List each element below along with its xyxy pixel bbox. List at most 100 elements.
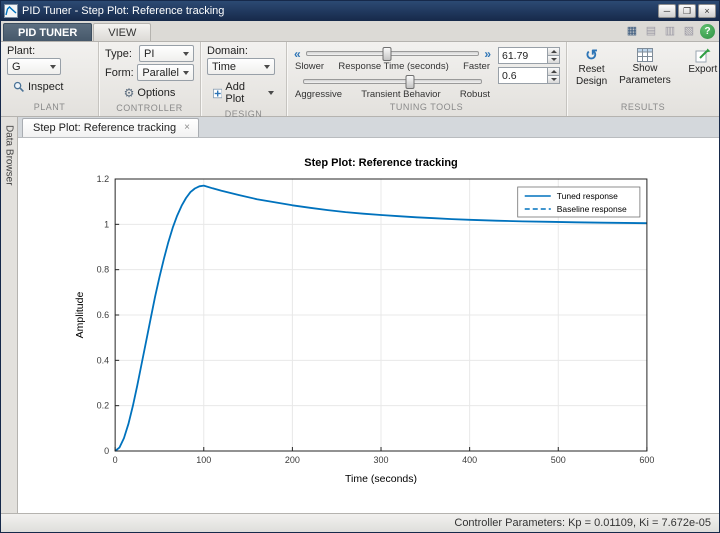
document-tab[interactable]: Step Plot: Reference tracking × — [22, 118, 199, 137]
svg-text:Tuned response: Tuned response — [557, 191, 618, 201]
transient-behavior-slider[interactable] — [303, 74, 482, 89]
plant-dropdown[interactable]: G — [7, 58, 61, 75]
response-time-step-right-button[interactable]: » — [483, 48, 492, 60]
spinner-down-button[interactable] — [547, 56, 560, 64]
tab-pid-tuner[interactable]: PID TUNER — [3, 23, 93, 41]
reset-icon: ↺ — [585, 47, 598, 64]
options-label: Options — [137, 87, 176, 99]
response-time-slider[interactable] — [305, 47, 480, 61]
layout-icon[interactable]: ▥ — [662, 24, 678, 39]
svg-text:200: 200 — [285, 455, 300, 465]
svg-text:0: 0 — [113, 455, 118, 465]
app-icon — [4, 4, 18, 18]
close-button[interactable]: × — [698, 4, 716, 18]
section-label-results: RESULTS — [620, 102, 666, 112]
ribbon-group-design: Domain: Time Add Plot DESIGN — [201, 42, 287, 119]
close-icon[interactable]: × — [184, 123, 190, 133]
spinner-up-button[interactable] — [547, 67, 560, 76]
plant-dropdown-value: G — [12, 60, 21, 73]
tab-view[interactable]: VIEW — [93, 23, 152, 41]
show-parameters-button[interactable]: Show Parameters — [614, 45, 676, 101]
chevron-down-icon — [550, 58, 557, 61]
window-title: PID Tuner - Step Plot: Reference trackin… — [22, 5, 225, 17]
tuning-value-inputs: 61.79 0.6 — [498, 46, 560, 101]
tuning-sliders: « » Slower Response Time (seconds) Faste… — [293, 46, 492, 101]
figure-tools-icon[interactable]: ▦ — [624, 24, 640, 39]
document-tab-label: Step Plot: Reference tracking — [33, 122, 177, 134]
transient-behavior-slider-handle[interactable] — [405, 74, 415, 89]
aggressive-label: Aggressive — [295, 88, 342, 100]
main-area: Data Browser Step Plot: Reference tracki… — [1, 117, 719, 513]
title-bar: PID Tuner - Step Plot: Reference trackin… — [1, 1, 719, 21]
form-dropdown-value: Parallel — [142, 66, 179, 79]
show-parameters-label: Show Parameters — [619, 63, 671, 86]
add-plot-button[interactable]: Add Plot — [207, 78, 280, 108]
form-dropdown[interactable]: Parallel — [137, 64, 194, 81]
response-time-input[interactable]: 61.79 — [498, 47, 560, 64]
gear-icon: ⚙ — [123, 86, 135, 100]
domain-dropdown[interactable]: Time — [207, 58, 275, 75]
reset-design-button[interactable]: ↺ Reset Design — [571, 45, 612, 101]
svg-text:600: 600 — [639, 455, 654, 465]
faster-label: Faster — [463, 61, 490, 73]
chevron-up-icon — [550, 70, 557, 73]
controller-parameters-text: Controller Parameters: Kp = 0.01109, Ki … — [454, 517, 711, 529]
add-plot-icon — [213, 88, 223, 98]
domain-dropdown-value: Time — [212, 60, 237, 73]
chevron-down-icon — [183, 70, 189, 75]
spinner-up-button[interactable] — [547, 47, 560, 56]
type-dropdown-value: PI — [144, 47, 155, 60]
ribbon-group-controller: Type: PI Form: Parallel ⚙ Options CONTRO… — [99, 42, 201, 116]
robust-label: Robust — [459, 88, 490, 100]
slower-label: Slower — [295, 61, 325, 73]
transient-behavior-label: Transient Behavior — [361, 88, 441, 100]
domain-label: Domain: — [207, 45, 248, 57]
quick-access-toolbar: ▦ ▤ ▥ ▧ ? — [624, 24, 715, 41]
print-icon[interactable]: ▤ — [643, 24, 659, 39]
type-label: Type: — [105, 47, 132, 60]
response-time-step-left-button[interactable]: « — [293, 48, 302, 60]
inspect-label: Inspect — [28, 81, 64, 93]
chevron-down-icon — [550, 78, 557, 81]
document-tab-bar: Step Plot: Reference tracking × — [18, 117, 719, 138]
chevron-down-icon — [264, 64, 270, 69]
response-time-value[interactable]: 61.79 — [498, 47, 547, 64]
data-browser-label: Data Browser — [3, 125, 15, 186]
transient-behavior-value[interactable]: 0.6 — [498, 67, 547, 84]
svg-text:Amplitude: Amplitude — [74, 292, 86, 339]
help-icon[interactable]: ? — [700, 24, 715, 39]
dock-icon[interactable]: ▧ — [681, 24, 697, 39]
plant-label: Plant: — [7, 45, 36, 57]
reset-design-label: Reset Design — [576, 64, 608, 87]
response-time-slider-handle[interactable] — [382, 47, 392, 61]
status-bar: Controller Parameters: Kp = 0.01109, Ki … — [1, 513, 719, 532]
form-label: Form: — [105, 66, 134, 79]
response-time-label: Response Time (seconds) — [338, 61, 449, 73]
document-area: Step Plot: Reference tracking × 0 100 200 3… — [18, 117, 719, 513]
svg-text:0.8: 0.8 — [97, 265, 110, 275]
add-plot-label: Add Plot — [225, 81, 245, 105]
spinner-down-button[interactable] — [547, 76, 560, 84]
svg-text:0.2: 0.2 — [97, 401, 110, 411]
svg-text:0.6: 0.6 — [97, 310, 110, 320]
svg-text:100: 100 — [196, 455, 211, 465]
chevron-down-icon — [50, 64, 56, 69]
ribbon: Plant: G Inspect PLANT Type: PI Form: Pa… — [1, 42, 719, 119]
transient-behavior-input[interactable]: 0.6 — [498, 67, 560, 84]
type-dropdown[interactable]: PI — [139, 45, 194, 62]
data-browser-tab[interactable]: Data Browser — [1, 117, 18, 513]
export-button[interactable]: Export — [684, 45, 719, 101]
svg-text:1: 1 — [104, 219, 109, 229]
svg-text:400: 400 — [462, 455, 477, 465]
svg-text:0: 0 — [104, 446, 109, 456]
ribbon-group-results: ↺ Reset Design Show Parameters Export RE… — [567, 42, 719, 116]
magnifier-icon — [13, 81, 24, 92]
chevron-up-icon — [550, 50, 557, 53]
options-button[interactable]: ⚙ Options — [105, 84, 194, 102]
step-plot[interactable]: 0 100 200 300 400 500 600 0 0.2 0.4 0.6 0.8 1 1.2 Step… — [18, 138, 719, 513]
minimize-button[interactable]: ─ — [658, 4, 676, 18]
inspect-button[interactable]: Inspect — [7, 78, 92, 96]
ribbon-group-plant: Plant: G Inspect PLANT — [1, 42, 99, 116]
section-label-controller: CONTROLLER — [116, 103, 183, 113]
maximize-button[interactable]: ❐ — [678, 4, 696, 18]
